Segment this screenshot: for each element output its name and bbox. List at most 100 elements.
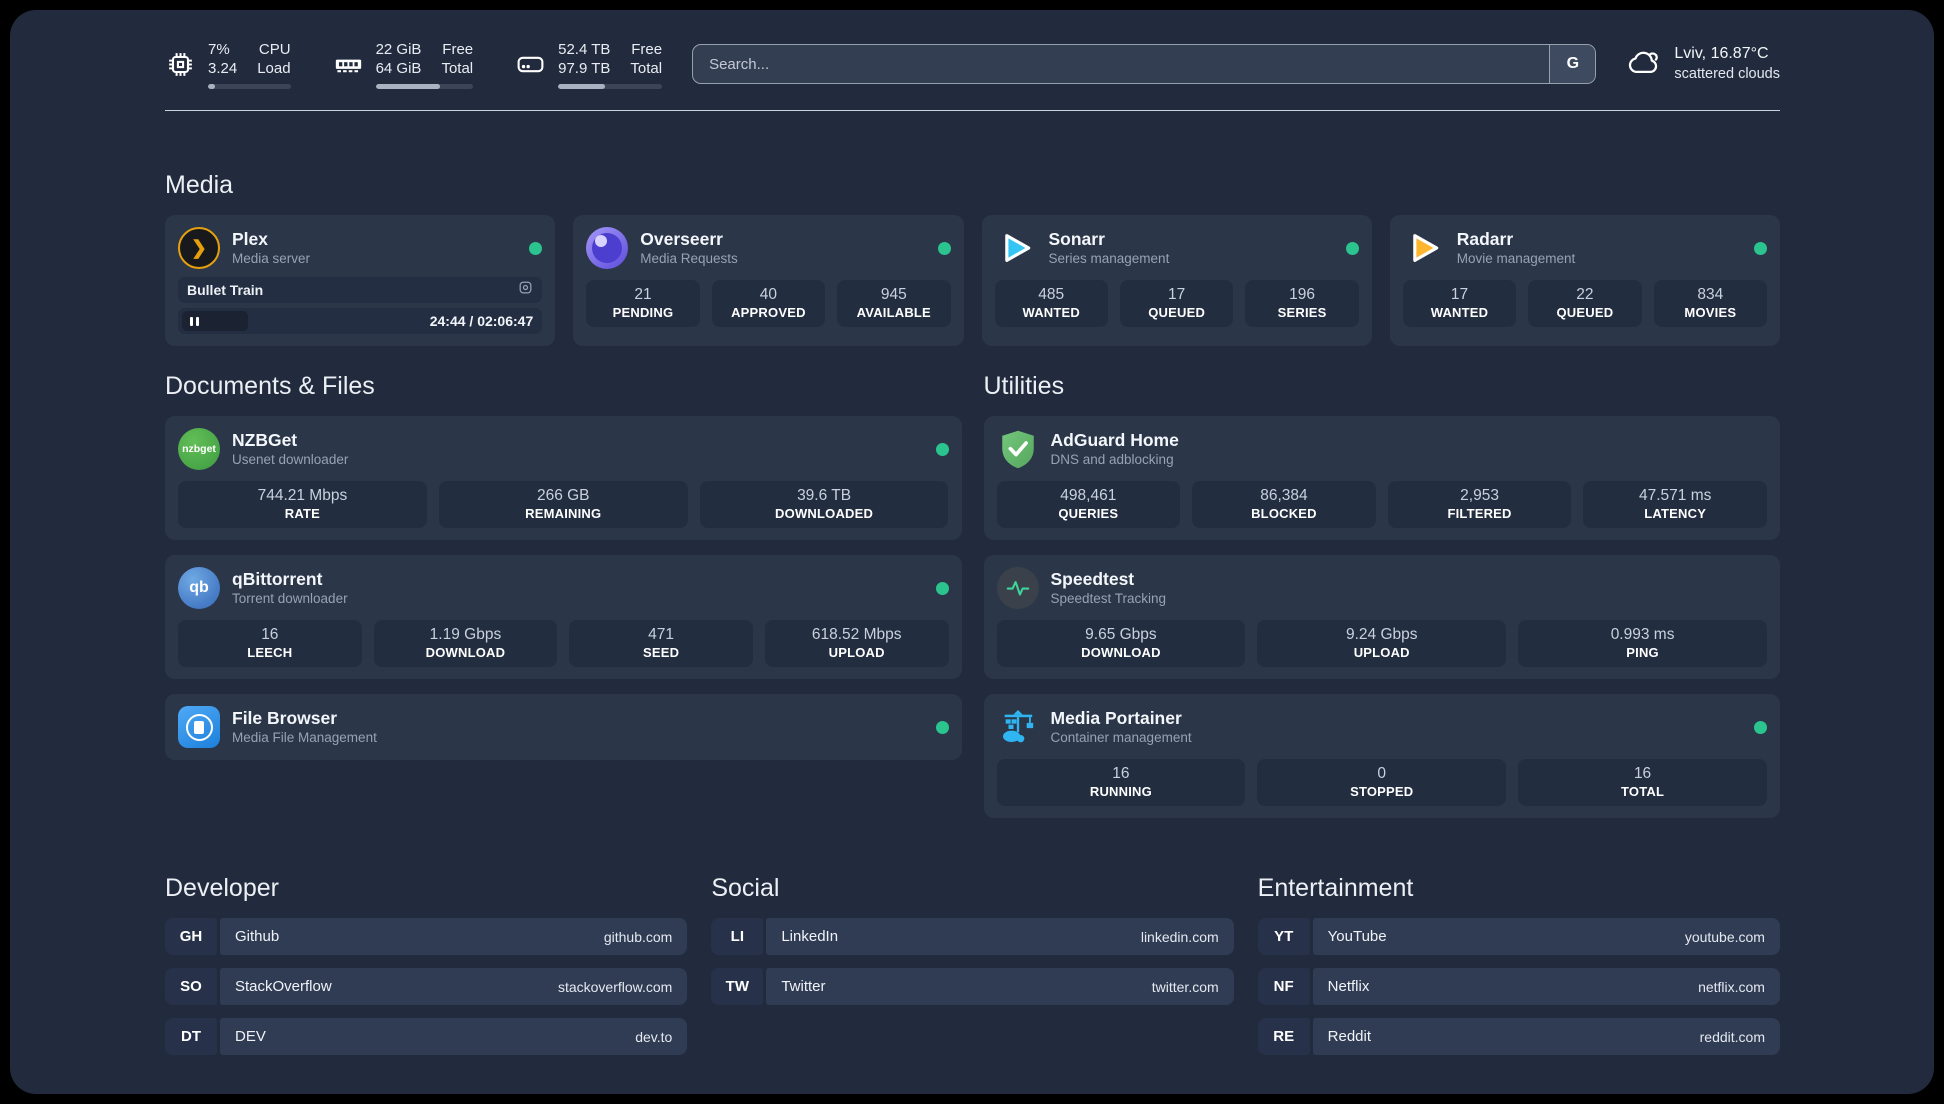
stat-label: QUERIES (1058, 506, 1119, 521)
section-entertainment: Entertainment YT YouTube youtube.com NF N… (1257, 874, 1780, 1055)
stat-movies: 834 MOVIES (1653, 280, 1768, 327)
stat-approved: 40 APPROVED (711, 280, 826, 327)
stat-upload: 618.52 Mbps UPLOAD (764, 620, 949, 667)
app-card-sonarr[interactable]: Sonarr Series management 485 WANTED 17 Q… (981, 215, 1372, 346)
stat-label: WANTED (1022, 305, 1080, 320)
section-title-documents: Documents & Files (165, 372, 375, 400)
search-input[interactable] (693, 45, 1550, 83)
bookmark-url: netflix.com (1698, 978, 1765, 995)
stat-queued: 17 QUEUED (1119, 280, 1234, 327)
nzbget-icon: nzbget (178, 428, 220, 470)
section-media: Media ❯ Plex Media server Bullet Train 2… (165, 171, 1780, 346)
stat-value: 86,384 (1260, 487, 1308, 504)
bookmark-abbr: TW (711, 968, 764, 1005)
stat-value: 16 (1112, 765, 1130, 782)
app-card-nzbget[interactable]: nzbget NZBGet Usenet downloader 744.21 M… (165, 416, 962, 540)
status-dot (1345, 241, 1359, 255)
stat-value: 471 (648, 626, 674, 643)
app-name: Speedtest (1050, 568, 1135, 589)
stat-value: 16 (1633, 765, 1652, 782)
stat-value: 0 (1377, 765, 1387, 782)
disk-free-value: 52.4 TB (558, 40, 611, 58)
app-description: Media server (232, 250, 311, 266)
stat-downloaded: 39.6 TB DOWNLOADED (699, 481, 949, 528)
stat-label: RUNNING (1089, 784, 1152, 799)
stat-value: 22 (1576, 286, 1594, 303)
app-description: Usenet downloader (232, 451, 349, 467)
plex-icon: ❯ (178, 227, 220, 269)
section-documents: Documents & Files nzbget NZBGet Usenet d… (165, 372, 962, 818)
stat-label: PENDING (612, 305, 674, 320)
dashboard-frame: 7% 3.24 CPU Load 22 GiB 64 GiB Free Tota… (10, 10, 1934, 1094)
stat-filtered: 2,953 FILTERED (1387, 481, 1572, 528)
disk-total-value: 97.9 TB (558, 60, 611, 77)
bookmark-abbr: RE (1257, 1018, 1310, 1055)
stat-remaining: 266 GB REMAINING (438, 481, 688, 528)
app-card-overseerr[interactable]: Overseerr Media Requests 21 PENDING 40 A… (573, 215, 964, 346)
section-title-social: Social (711, 874, 780, 902)
speedtest-icon (996, 567, 1039, 609)
weather-location-temp: Lviv, 16.87°C (1674, 45, 1769, 63)
ram-total-value: 64 GiB (375, 60, 422, 77)
bookmark-url: github.com (603, 928, 673, 945)
stat-label: LATENCY (1644, 506, 1707, 521)
search-bar: G (692, 44, 1597, 84)
bookmark-netflix[interactable]: NF Netflix netflix.com (1257, 968, 1780, 1005)
app-card-radarr[interactable]: Radarr Movie management 17 WANTED 22 QUE… (1389, 215, 1780, 346)
bookmark-url: dev.to (635, 1028, 673, 1045)
bookmark-name: Github (235, 928, 280, 945)
stat-ping: 0.993 ms PING (1518, 620, 1767, 667)
bookmark-linkedin[interactable]: LI LinkedIn linkedin.com (711, 918, 1234, 955)
app-name: NZBGet (232, 429, 298, 450)
stat-value: 17 (1168, 286, 1186, 303)
stat-label: REMAINING (525, 506, 602, 521)
stat-label: MOVIES (1684, 305, 1737, 320)
weather-condition: scattered clouds (1674, 66, 1780, 83)
radarr-icon (1403, 227, 1445, 269)
stat-value: 9.24 Gbps (1345, 626, 1418, 643)
bookmark-reddit[interactable]: RE Reddit reddit.com (1257, 1018, 1780, 1055)
bookmark-github[interactable]: GH Github github.com (165, 918, 688, 955)
stat-label: FILTERED (1447, 506, 1512, 521)
stat-value: 498,461 (1060, 487, 1117, 504)
disk-free-label: Free (631, 40, 663, 58)
stat-label: UPLOAD (828, 645, 885, 660)
pause-button[interactable] (182, 311, 248, 331)
bookmark-url: twitter.com (1151, 978, 1219, 995)
app-card-speedtest[interactable]: Speedtest Speedtest Tracking 9.65 Gbps D… (983, 555, 1780, 679)
stat-label: SEED (642, 645, 680, 660)
cpu-load-value: 3.24 (208, 60, 238, 77)
bookmark-url: youtube.com (1684, 928, 1765, 945)
overseerr-icon (586, 227, 629, 269)
cloud-icon (1626, 44, 1662, 85)
filebrowser-icon (178, 706, 220, 748)
stat-label: LEECH (247, 645, 293, 660)
app-name: qBittorrent (232, 568, 323, 589)
camera-icon[interactable] (518, 280, 533, 300)
app-description: Container management (1050, 729, 1192, 745)
app-card-plex[interactable]: ❯ Plex Media server Bullet Train 24:44 /… (165, 215, 556, 346)
status-dot (935, 720, 949, 734)
cpu-load-label: Load (257, 60, 291, 77)
bookmark-name: YouTube (1327, 928, 1387, 945)
stat-queued: 22 QUEUED (1528, 280, 1642, 327)
bookmark-stackoverflow[interactable]: SO StackOverflow stackoverflow.com (165, 968, 688, 1005)
app-card-adguard[interactable]: AdGuard Home DNS and adblocking 498,461 … (983, 416, 1780, 540)
app-card-qbittorrent[interactable]: qb qBittorrent Torrent downloader 16 LEE… (165, 555, 962, 679)
bookmark-dev[interactable]: DT DEV dev.to (165, 1018, 688, 1055)
section-title-media: Media (165, 171, 234, 199)
status-dot (935, 442, 949, 456)
bookmark-name: LinkedIn (781, 928, 839, 945)
search-engine-button[interactable]: G (1549, 45, 1596, 83)
stat-label: RATE (284, 506, 321, 521)
app-card-portainer[interactable]: Media Portainer Container management 16 … (983, 694, 1780, 818)
bookmark-twitter[interactable]: TW Twitter twitter.com (711, 968, 1234, 1005)
stat-label: APPROVED (731, 305, 806, 320)
app-description: Speedtest Tracking (1050, 590, 1167, 606)
stat-label: DOWNLOAD (1081, 645, 1161, 660)
stat-value: 618.52 Mbps (811, 626, 902, 643)
app-name: Media Portainer (1050, 707, 1182, 728)
bookmark-youtube[interactable]: YT YouTube youtube.com (1257, 918, 1780, 955)
app-card-filebrowser[interactable]: File Browser Media File Management (165, 694, 962, 760)
app-name: Overseerr (640, 228, 723, 249)
